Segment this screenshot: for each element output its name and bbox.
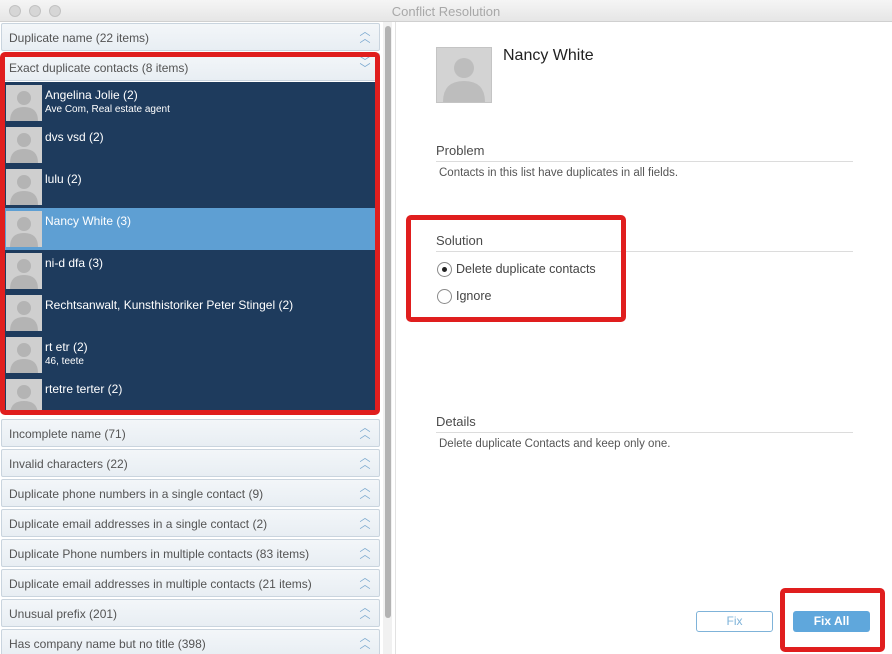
avatar <box>6 211 42 247</box>
contact-name: Angelina Jolie (2) <box>45 88 138 102</box>
contact-item[interactable]: rt etr (2) 46, teete <box>4 334 375 376</box>
duplicate-contact-list: Angelina Jolie (2) Ave Com, Real estate … <box>4 82 375 412</box>
avatar <box>6 253 42 289</box>
category-label: Duplicate email addresses in a single co… <box>9 517 268 531</box>
contact-item[interactable]: lulu (2) <box>4 166 375 208</box>
category-company-no-title[interactable]: Has company name but no title (398) ︿ ︿ <box>1 629 380 654</box>
avatar <box>6 85 42 121</box>
problem-heading: Problem <box>436 143 853 162</box>
chevron-up-icon[interactable]: ︿ ︿ <box>359 453 371 471</box>
chevron-up-icon[interactable]: ︿ ︿ <box>359 513 371 531</box>
title-bar: Conflict Resolution <box>0 0 892 22</box>
category-label: Duplicate phone numbers in a single cont… <box>9 487 264 501</box>
category-duplicate-phone-single[interactable]: Duplicate phone numbers in a single cont… <box>1 479 380 507</box>
radio-label: Ignore <box>456 289 492 303</box>
contact-name: Rechtsanwalt, Kunsthistoriker Peter Stin… <box>45 298 294 312</box>
detail-panel: Nancy White Problem Contacts in this lis… <box>397 22 892 654</box>
chevron-up-icon[interactable]: ︿ ︿ <box>359 603 371 621</box>
chevron-up-icon[interactable]: ︿ ︿ <box>359 543 371 561</box>
chevron-up-icon[interactable]: ︿ ︿ <box>359 27 371 45</box>
window-title: Conflict Resolution <box>391 4 501 19</box>
category-label: Invalid characters (22) <box>9 457 128 471</box>
avatar <box>6 295 42 331</box>
category-label: Unusual prefix (201) <box>9 607 118 621</box>
contact-name: Nancy White (3) <box>45 214 132 228</box>
category-duplicate-email-multiple[interactable]: Duplicate email addresses in multiple co… <box>1 569 380 597</box>
chevron-up-icon[interactable]: ︿ ︿ <box>359 483 371 501</box>
category-duplicate-name[interactable]: Duplicate name (22 items) ︿ ︿ <box>1 23 380 51</box>
radio-button[interactable] <box>437 289 452 304</box>
category-label: Has company name but no title (398) <box>9 637 206 651</box>
contact-name: rt etr (2) <box>45 340 88 354</box>
contact-title: Nancy White <box>503 47 594 64</box>
category-invalid-characters[interactable]: Invalid characters (22) ︿ ︿ <box>1 449 380 477</box>
contact-item[interactable]: ni-d dfa (3) <box>4 250 375 292</box>
contact-item[interactable]: rtetre terter (2) <box>4 376 375 412</box>
details-text: Delete duplicate Contacts and keep only … <box>439 438 671 450</box>
chevron-up-icon[interactable]: ︿ ︿ <box>359 423 371 441</box>
conflict-category-list: Duplicate name (22 items) ︿ ︿ Exact dupli… <box>0 22 396 654</box>
contact-name: ni-d dfa (3) <box>45 256 104 270</box>
contact-name: dvs vsd (2) <box>45 130 104 144</box>
radio-button[interactable] <box>437 262 452 277</box>
category-incomplete-name[interactable]: Incomplete name (71) ︿ ︿ <box>1 419 380 447</box>
avatar <box>436 47 492 103</box>
chevron-down-icon[interactable]: ﹀ ﹀ <box>359 57 371 75</box>
contact-subtitle: 46, teete <box>45 356 84 367</box>
category-label: Duplicate Phone numbers in multiple cont… <box>9 547 310 561</box>
contact-item[interactable]: Angelina Jolie (2) Ave Com, Real estate … <box>4 82 375 124</box>
avatar <box>6 127 42 163</box>
avatar <box>6 337 42 373</box>
solution-heading: Solution <box>436 233 853 252</box>
category-duplicate-email-single[interactable]: Duplicate email addresses in a single co… <box>1 509 380 537</box>
contact-item[interactable]: Rechtsanwalt, Kunsthistoriker Peter Stin… <box>4 292 375 334</box>
avatar <box>6 379 42 412</box>
problem-text: Contacts in this list have duplicates in… <box>439 167 679 179</box>
avatar <box>6 169 42 205</box>
category-label: Duplicate email addresses in multiple co… <box>9 577 312 591</box>
contact-name: rtetre terter (2) <box>45 382 123 396</box>
contact-name: lulu (2) <box>45 172 82 186</box>
contact-item[interactable]: dvs vsd (2) <box>4 124 375 166</box>
contact-subtitle: Ave Com, Real estate agent <box>45 104 170 115</box>
category-label: Duplicate name (22 items) <box>9 31 150 45</box>
fix-button[interactable]: Fix <box>696 611 773 632</box>
chevron-up-icon[interactable]: ︿ ︿ <box>359 633 371 651</box>
category-label: Exact duplicate contacts (8 items) <box>9 61 189 75</box>
details-heading: Details <box>436 414 853 433</box>
category-exact-duplicates[interactable]: Exact duplicate contacts (8 items) ﹀ ﹀ <box>1 53 380 81</box>
chevron-up-icon[interactable]: ︿ ︿ <box>359 573 371 591</box>
fix-all-button[interactable]: Fix All <box>793 611 870 632</box>
scrollbar-thumb[interactable] <box>385 26 391 618</box>
category-duplicate-phone-multiple[interactable]: Duplicate Phone numbers in multiple cont… <box>1 539 380 567</box>
contact-item-selected[interactable]: Nancy White (3) <box>4 208 375 250</box>
category-label: Incomplete name (71) <box>9 427 126 441</box>
radio-label: Delete duplicate contacts <box>456 262 596 276</box>
category-unusual-prefix[interactable]: Unusual prefix (201) ︿ ︿ <box>1 599 380 627</box>
